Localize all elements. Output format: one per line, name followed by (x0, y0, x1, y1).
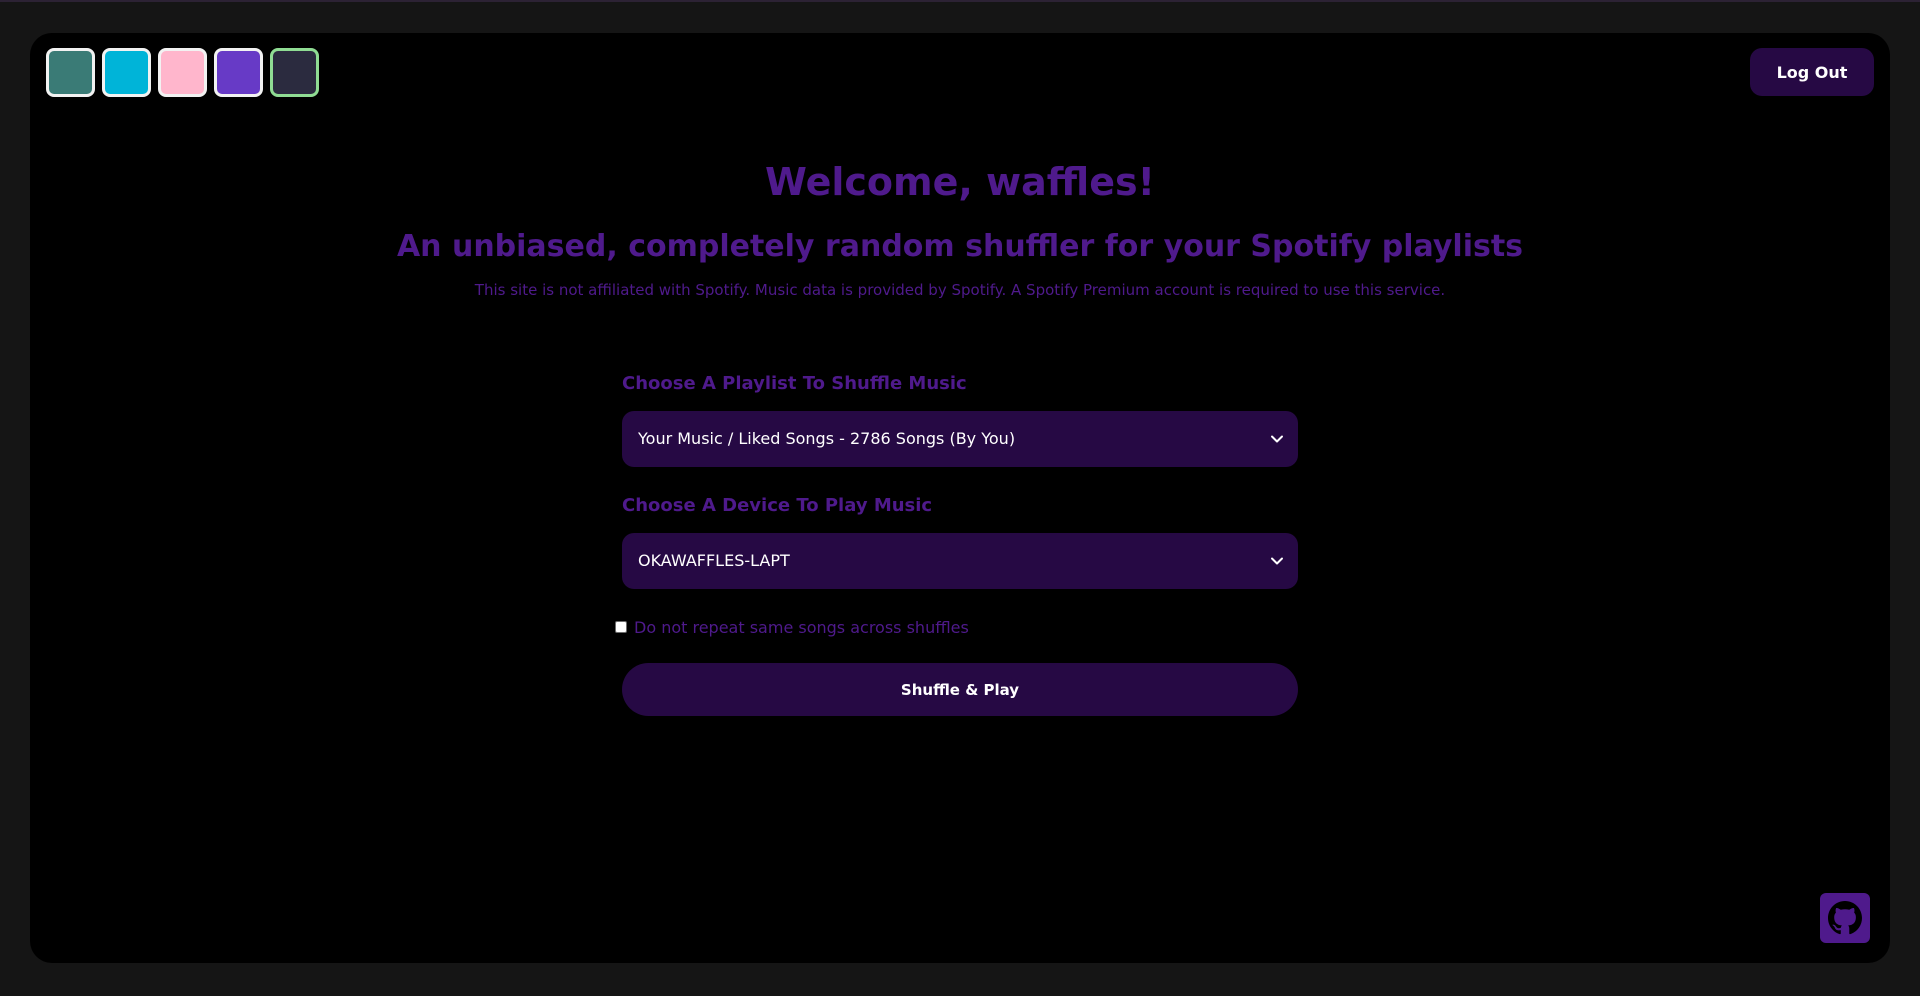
device-select[interactable]: OKAWAFFLES-LAPT (622, 533, 1298, 589)
playlist-select-value: Your Music / Liked Songs - 2786 Songs (B… (638, 429, 1016, 448)
device-label: Choose A Device To Play Music (622, 495, 933, 516)
disclaimer-text: This site is not affiliated with Spotify… (474, 281, 1446, 299)
no-repeat-option: Do not repeat same songs across shuffles (615, 617, 1298, 637)
theme-swatch-teal[interactable] (46, 48, 95, 97)
github-icon (1828, 901, 1862, 935)
theme-swatch-cyan[interactable] (102, 48, 151, 97)
top-border (0, 0, 1920, 2)
logout-button[interactable]: Log Out (1750, 48, 1874, 96)
page-subtitle: An unbiased, completely random shuffler … (396, 229, 1524, 264)
github-link[interactable] (1820, 893, 1870, 943)
playlist-label: Choose A Playlist To Shuffle Music (622, 373, 967, 394)
welcome-heading: Welcome, waffles! (765, 160, 1155, 204)
no-repeat-label[interactable]: Do not repeat same songs across shuffles (634, 618, 969, 637)
main-panel: Log Out Welcome, waffles! An unbiased, c… (30, 33, 1890, 963)
no-repeat-checkbox[interactable] (615, 621, 627, 633)
shuffle-form: Choose A Playlist To Shuffle Music Your … (615, 373, 1298, 716)
device-select-value: OKAWAFFLES-LAPT (638, 551, 790, 570)
theme-swatch-purple[interactable] (214, 48, 263, 97)
chevron-down-icon (1271, 557, 1283, 565)
theme-swatch-pink[interactable] (158, 48, 207, 97)
chevron-down-icon (1271, 435, 1283, 443)
theme-swatch-dark[interactable] (270, 48, 319, 97)
theme-picker (46, 48, 319, 97)
playlist-select[interactable]: Your Music / Liked Songs - 2786 Songs (B… (622, 411, 1298, 467)
shuffle-play-button[interactable]: Shuffle & Play (622, 663, 1298, 716)
